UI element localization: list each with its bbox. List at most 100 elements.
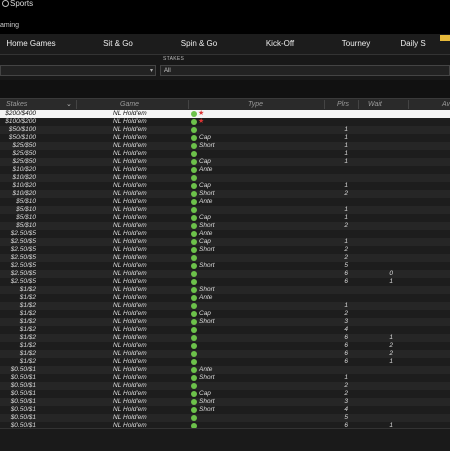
stakes-cell: $0.50/$1 xyxy=(10,406,36,413)
table-row[interactable]: $0.50/$1 NL Hold'em Short 1 xyxy=(0,374,450,382)
table-row[interactable]: $1/$2 NL Hold'em 4 xyxy=(0,326,450,334)
table-row[interactable]: $1/$2 NL Hold'em Short 3 xyxy=(0,318,450,326)
game-cell: NL Hold'em xyxy=(113,222,147,229)
table-row[interactable]: $2.50/$5 NL Hold'em Short 2 xyxy=(0,246,450,254)
type-cell: Ante xyxy=(199,198,213,205)
nav-kick-off[interactable]: Kick-Off xyxy=(224,34,336,54)
type-cell: Short xyxy=(199,398,215,405)
table-row[interactable]: $1/$2 NL Hold'em Cap 2 xyxy=(0,310,450,318)
table-row[interactable]: $2.50/$5 NL Hold'em 6 0 xyxy=(0,270,450,278)
sort-chevron-icon[interactable]: ⌄ xyxy=(66,99,72,110)
table-row[interactable]: $1/$2 NL Hold'em Short xyxy=(0,286,450,294)
type-cell: Short xyxy=(199,406,215,413)
game-cell: NL Hold'em xyxy=(113,150,147,157)
table-row[interactable]: $2.50/$5 NL Hold'em Cap 1 xyxy=(0,238,450,246)
col-header-wait[interactable]: Wait xyxy=(368,99,382,110)
table-row[interactable]: $1/$2 NL Hold'em 6 1 xyxy=(0,334,450,342)
table-row[interactable]: $50/$100 NL Hold'em 1 xyxy=(0,126,450,134)
game-type-icon xyxy=(191,119,197,125)
game-cell: NL Hold'em xyxy=(113,294,147,301)
stakes-cell: $10/$20 xyxy=(12,166,37,173)
table-row[interactable]: $1/$2 NL Hold'em 6 2 xyxy=(0,350,450,358)
game-cell: NL Hold'em xyxy=(113,366,147,373)
game-type-icon xyxy=(191,335,197,341)
table-row[interactable]: $0.50/$1 NL Hold'em 2 xyxy=(0,382,450,390)
table-row[interactable]: $1/$2 NL Hold'em 6 2 xyxy=(0,342,450,350)
table-row[interactable]: $5/$10 NL Hold'em Short 2 xyxy=(0,222,450,230)
table-row[interactable]: $10/$20 NL Hold'em Cap 1 xyxy=(0,182,450,190)
stakes-cell: $5/$10 xyxy=(16,206,36,213)
type-cell: Cap xyxy=(199,158,211,165)
col-header-type[interactable]: Type xyxy=(248,99,263,110)
nav-sit-and-go[interactable]: Sit & Go xyxy=(62,34,174,54)
table-row[interactable]: $10/$20 NL Hold'em xyxy=(0,174,450,182)
game-cell: NL Hold'em xyxy=(113,358,147,365)
game-type-icon xyxy=(191,215,197,221)
table-row[interactable]: $5/$10 NL Hold'em 1 xyxy=(0,206,450,214)
table-row[interactable]: $5/$10 NL Hold'em Ante xyxy=(0,198,450,206)
game-type-icon xyxy=(191,111,197,117)
table-row[interactable]: $50/$100 NL Hold'em Cap 1 xyxy=(0,134,450,142)
type-cell: Short xyxy=(199,318,215,325)
players-cell: 6 xyxy=(344,270,348,277)
top-bar: Sports aming xyxy=(0,0,450,34)
table-row[interactable]: $25/$50 NL Hold'em Cap 1 xyxy=(0,158,450,166)
col-header-avg[interactable]: Av xyxy=(442,99,450,110)
game-cell: NL Hold'em xyxy=(113,134,147,141)
game-cell: NL Hold'em xyxy=(113,270,147,277)
game-type-icon xyxy=(191,231,197,237)
game-type-icon xyxy=(191,343,197,349)
players-cell: 1 xyxy=(344,302,348,309)
game-cell: NL Hold'em xyxy=(113,246,147,253)
nav-daily-special[interactable]: Daily S xyxy=(376,34,450,54)
nav-home-games[interactable]: Home Games xyxy=(0,34,62,54)
table-row[interactable]: $2.50/$5 NL Hold'em Ante xyxy=(0,230,450,238)
table-row[interactable]: $0.50/$1 NL Hold'em 5 xyxy=(0,414,450,422)
game-cell: NL Hold'em xyxy=(113,182,147,189)
type-cell: Short xyxy=(199,262,215,269)
table-row[interactable]: $0.50/$1 NL Hold'em Cap 2 xyxy=(0,390,450,398)
game-type-icon xyxy=(191,199,197,205)
table-row[interactable]: $2.50/$5 NL Hold'em Short 5 xyxy=(0,262,450,270)
nav-spin-and-go[interactable]: Spin & Go xyxy=(174,34,224,54)
type-cell: Short xyxy=(199,374,215,381)
game-type-icon xyxy=(191,271,197,277)
col-header-plrs[interactable]: Plrs xyxy=(337,99,349,110)
stakes-cell: $5/$10 xyxy=(16,222,36,229)
game-type-icon xyxy=(191,303,197,309)
stakes-filter-select[interactable]: All xyxy=(160,65,450,76)
table-row[interactable]: $5/$10 NL Hold'em Cap 1 xyxy=(0,214,450,222)
table-row[interactable]: $2.50/$5 NL Hold'em 6 1 xyxy=(0,278,450,286)
table-row[interactable]: $1/$2 NL Hold'em 6 1 xyxy=(0,358,450,366)
game-type-icon xyxy=(191,327,197,333)
table-row[interactable]: $25/$50 NL Hold'em 1 xyxy=(0,150,450,158)
brand-name: Sports xyxy=(10,0,34,8)
nav-tourney[interactable]: Tourney xyxy=(336,34,376,54)
table-row[interactable]: $0.50/$1 NL Hold'em Ante xyxy=(0,366,450,374)
col-header-game[interactable]: Game xyxy=(120,99,139,110)
game-type-icon xyxy=(191,135,197,141)
players-cell: 1 xyxy=(344,158,348,165)
game-type-icon xyxy=(191,367,197,373)
players-cell: 2 xyxy=(344,246,348,253)
stakes-cell: $10/$20 xyxy=(12,174,37,181)
table-row[interactable]: $100/$200 NL Hold'em ★ xyxy=(0,118,450,126)
table-row[interactable]: $10/$20 NL Hold'em Short 2 xyxy=(0,190,450,198)
table-row[interactable]: $200/$400 NL Hold'em ★ xyxy=(0,110,450,118)
table-row[interactable]: $2.50/$5 NL Hold'em 2 xyxy=(0,254,450,262)
table-row[interactable]: $25/$50 NL Hold'em Short 1 xyxy=(0,142,450,150)
game-cell: NL Hold'em xyxy=(113,390,147,397)
table-body: $200/$400 NL Hold'em ★ $100/$200 NL Hold'em ★… xyxy=(0,110,450,430)
table-row[interactable]: $1/$2 NL Hold'em 1 xyxy=(0,302,450,310)
col-header-stakes[interactable]: Stakes xyxy=(6,99,27,110)
stakes-cell: $10/$20 xyxy=(12,190,37,197)
table-row[interactable]: $10/$20 NL Hold'em Ante xyxy=(0,166,450,174)
game-type-icon xyxy=(191,159,197,165)
table-row[interactable]: $1/$2 NL Hold'em Ante xyxy=(0,294,450,302)
table-row[interactable]: $0.50/$1 NL Hold'em Short 4 xyxy=(0,406,450,414)
stakes-cell: $1/$2 xyxy=(19,334,36,341)
game-cell: NL Hold'em xyxy=(113,326,147,333)
stakes-cell: $1/$2 xyxy=(19,342,36,349)
table-row[interactable]: $0.50/$1 NL Hold'em Short 3 xyxy=(0,398,450,406)
game-filter-select[interactable]: ▾ xyxy=(0,65,156,76)
